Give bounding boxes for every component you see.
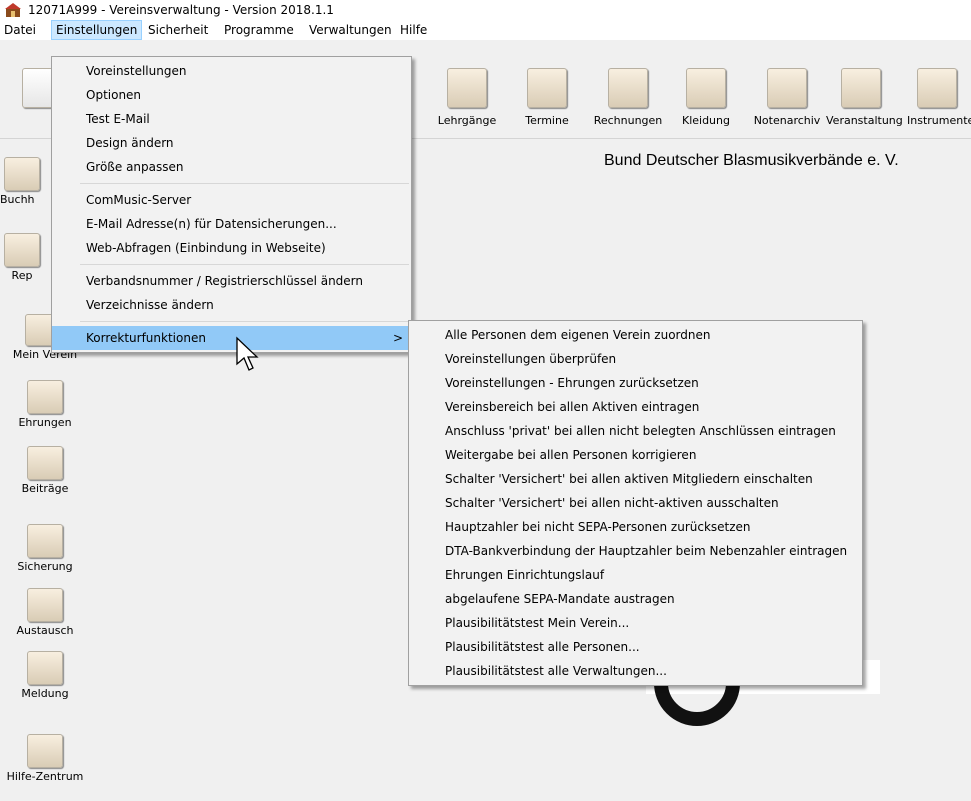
sidebar-label: Beiträge bbox=[21, 482, 69, 495]
sidebar-label: Sicherung bbox=[17, 560, 73, 573]
award-icon bbox=[27, 380, 63, 414]
sidebar-label: Hilfe-Zentrum bbox=[6, 770, 84, 783]
report-icon bbox=[4, 233, 40, 267]
app-icon bbox=[5, 3, 21, 17]
submenu-item[interactable]: Voreinstellungen überprüfen bbox=[409, 347, 862, 371]
submenu-item[interactable]: Voreinstellungen - Ehrungen zurücksetzen bbox=[409, 371, 862, 395]
menu-item-voreinstellungen[interactable]: Voreinstellungen bbox=[52, 59, 411, 83]
submenu-item[interactable]: Plausibilitätstest Mein Verein... bbox=[409, 611, 862, 635]
sidebar-label: Austausch bbox=[16, 624, 74, 637]
toolbar-button-lehrgaenge[interactable]: Lehrgänge bbox=[432, 68, 502, 127]
submenu-item[interactable]: Weitergabe bei allen Personen korrigiere… bbox=[409, 443, 862, 467]
sidebar-item-buchhaltung[interactable]: Buchh bbox=[0, 157, 44, 206]
menu-sicherheit[interactable]: Sicherheit bbox=[144, 20, 212, 40]
submenu-arrow-icon: > bbox=[392, 331, 403, 345]
menu-item-groesse-anpassen[interactable]: Größe anpassen bbox=[52, 155, 411, 179]
sidebar-item-sicherung[interactable]: Sicherung bbox=[0, 524, 90, 573]
notebook-icon bbox=[27, 651, 63, 685]
toolbar-button-instrumente[interactable]: Instrumente bbox=[901, 68, 971, 127]
event-icon bbox=[841, 68, 881, 108]
students-icon bbox=[447, 68, 487, 108]
sidebar-label: Ehrungen bbox=[18, 416, 72, 429]
exchange-icon bbox=[27, 588, 63, 622]
fees-icon bbox=[27, 446, 63, 480]
submenu-item[interactable]: Vereinsbereich bei allen Aktiven eintrag… bbox=[409, 395, 862, 419]
submenu-item[interactable]: Ehrungen Einrichtungslauf bbox=[409, 563, 862, 587]
sheet-music-icon bbox=[767, 68, 807, 108]
mouse-cursor-icon bbox=[236, 336, 259, 371]
toolbar-button-rechnungen[interactable]: Rechnungen bbox=[593, 68, 663, 127]
ambulance-icon bbox=[27, 734, 63, 768]
submenu-item[interactable]: Plausibilitätstest alle Personen... bbox=[409, 635, 862, 659]
menu-separator bbox=[80, 264, 409, 265]
ledger-icon bbox=[4, 157, 40, 191]
toolbar-label: Instrumente bbox=[907, 114, 971, 127]
sidebar-label: Meldung bbox=[21, 687, 69, 700]
menu-item-web-abfragen[interactable]: Web-Abfragen (Einbindung in Webseite) bbox=[52, 236, 411, 260]
menu-item-verbandsnummer[interactable]: Verbandsnummer / Registrierschlüssel änd… bbox=[52, 269, 411, 293]
sidebar-label: Rep bbox=[11, 269, 33, 282]
sidebar-item-austausch[interactable]: Austausch bbox=[0, 588, 90, 637]
menu-hilfe[interactable]: Hilfe bbox=[396, 20, 431, 40]
submenu-item[interactable]: DTA-Bankverbindung der Hauptzahler beim … bbox=[409, 539, 862, 563]
menu-item-email-datensicherung[interactable]: E-Mail Adresse(n) für Datensicherungen..… bbox=[52, 212, 411, 236]
toolbar-label: Notenarchiv bbox=[753, 114, 821, 127]
title-bar: 12071A999 - Vereinsverwaltung - Version … bbox=[0, 0, 971, 20]
menu-separator bbox=[80, 321, 409, 322]
laptop-icon bbox=[27, 524, 63, 558]
toolbar-label: Veranstaltung bbox=[826, 114, 903, 127]
calendar-icon bbox=[527, 68, 567, 108]
sidebar-item-reports[interactable]: Rep bbox=[0, 233, 44, 282]
toolbar-label: Kleidung bbox=[681, 114, 730, 127]
sidebar-item-beitraege[interactable]: Beiträge bbox=[0, 446, 90, 495]
menu-einstellungen[interactable]: Einstellungen bbox=[51, 20, 143, 40]
submenu-item[interactable]: Schalter 'Versichert' bei allen aktiven … bbox=[409, 467, 862, 491]
toolbar-button-kleidung[interactable]: Kleidung bbox=[671, 68, 741, 127]
toolbar-label: Rechnungen bbox=[593, 114, 663, 127]
menu-datei[interactable]: Datei bbox=[0, 20, 40, 40]
toolbar-button-veranstaltung[interactable]: Veranstaltung bbox=[826, 68, 903, 127]
toolbar-button-notenarchiv[interactable]: Notenarchiv bbox=[752, 68, 822, 127]
toolbar-button-termine[interactable]: Termine bbox=[512, 68, 582, 127]
korrekturfunktionen-submenu: Alle Personen dem eigenen Verein zuordne… bbox=[408, 320, 863, 686]
uniform-icon bbox=[686, 68, 726, 108]
submenu-item[interactable]: Alle Personen dem eigenen Verein zuordne… bbox=[409, 323, 862, 347]
menu-item-optionen[interactable]: Optionen bbox=[52, 83, 411, 107]
submenu-item[interactable]: Hauptzahler bei nicht SEPA-Personen zurü… bbox=[409, 515, 862, 539]
menu-item-test-email[interactable]: Test E-Mail bbox=[52, 107, 411, 131]
menu-bar: Datei Einstellungen Sicherheit Programme… bbox=[0, 20, 971, 40]
sidebar-item-meldung[interactable]: Meldung bbox=[0, 651, 90, 700]
menu-item-label: Korrekturfunktionen bbox=[86, 331, 206, 345]
organization-name: Bund Deutscher Blasmusikverbände e. V. bbox=[604, 152, 899, 169]
menu-item-commusic-server[interactable]: ComMusic-Server bbox=[52, 188, 411, 212]
menu-separator bbox=[80, 183, 409, 184]
toolbar-label: Termine bbox=[525, 114, 569, 127]
menu-item-korrekturfunktionen[interactable]: Korrekturfunktionen > bbox=[52, 326, 411, 350]
menu-item-verzeichnisse[interactable]: Verzeichnisse ändern bbox=[52, 293, 411, 317]
submenu-item[interactable]: Schalter 'Versichert' bei allen nicht-ak… bbox=[409, 491, 862, 515]
sidebar-label: Buchh bbox=[0, 193, 35, 206]
cash-register-icon bbox=[608, 68, 648, 108]
sidebar-item-ehrungen[interactable]: Ehrungen bbox=[0, 380, 90, 429]
menu-item-design-aendern[interactable]: Design ändern bbox=[52, 131, 411, 155]
einstellungen-menu: Voreinstellungen Optionen Test E-Mail De… bbox=[51, 56, 412, 353]
submenu-item[interactable]: Anschluss 'privat' bei allen nicht beleg… bbox=[409, 419, 862, 443]
drums-icon bbox=[917, 68, 957, 108]
submenu-item[interactable]: abgelaufene SEPA-Mandate austragen bbox=[409, 587, 862, 611]
menu-programme[interactable]: Programme bbox=[220, 20, 298, 40]
menu-verwaltungen[interactable]: Verwaltungen bbox=[305, 20, 396, 40]
toolbar-label: Lehrgänge bbox=[437, 114, 497, 127]
window-title: 12071A999 - Vereinsverwaltung - Version … bbox=[28, 3, 334, 17]
submenu-item[interactable]: Plausibilitätstest alle Verwaltungen... bbox=[409, 659, 862, 683]
sidebar-item-hilfe-zentrum[interactable]: Hilfe-Zentrum bbox=[0, 734, 90, 783]
